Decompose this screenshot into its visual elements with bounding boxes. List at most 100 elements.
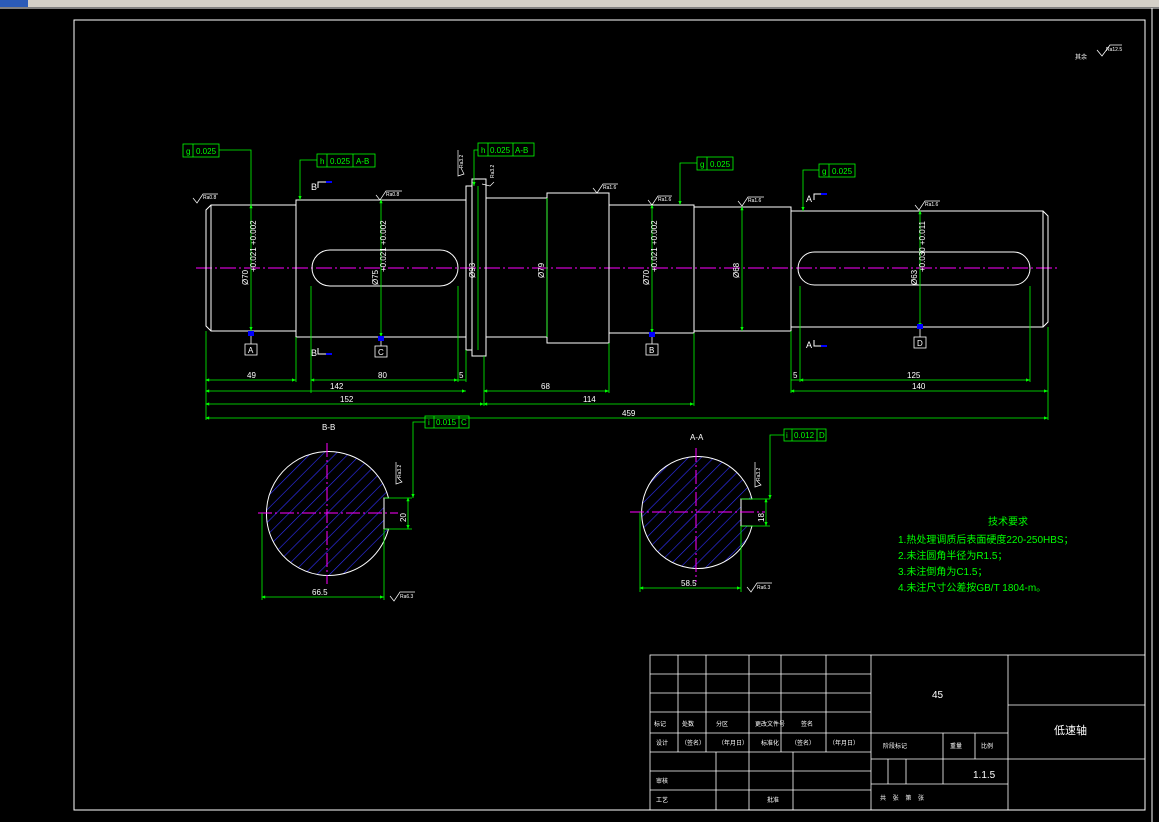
svg-text:（签名）: （签名） <box>681 739 705 747</box>
roughness-value: Ra1.6 <box>603 185 617 191</box>
roughness-value: Ra3.2 <box>459 154 465 168</box>
dim-value: 114 <box>583 395 596 404</box>
datum-markers: A C B D <box>244 324 927 358</box>
dim-value: 5 <box>459 371 464 380</box>
svg-text:批准: 批准 <box>767 796 779 804</box>
svg-text:分区: 分区 <box>716 720 728 728</box>
section-title: B-B <box>322 423 335 432</box>
svg-text:0.025: 0.025 <box>330 157 351 166</box>
diameter-label: Ø68 <box>732 262 741 278</box>
tech-notes-title: 技术要求 <box>988 515 1028 528</box>
svg-text:比例: 比例 <box>981 742 993 750</box>
svg-text:Ra3.2: Ra3.2 <box>397 464 403 478</box>
roughness-value: Ra1.6 <box>658 197 672 203</box>
section-bb: B-B 20 66.5 i 0.015 C Ra3.2 Ra6.3 <box>258 415 470 602</box>
svg-text:更改文件号: 更改文件号 <box>755 720 785 728</box>
gtol-frame-1: g 0.025 <box>182 143 252 205</box>
general-roughness-note: 其余 Ra12.5 <box>1075 44 1122 61</box>
window-accent <box>0 0 28 7</box>
svg-text:（签名）: （签名） <box>791 739 815 747</box>
section-aa: A-A 18 58.5 i 0.012 D Ra3.2 Ra6.3 <box>630 428 827 593</box>
horizontal-dimension-values: 49 142 80 5 68 5 125 152 114 140 459 <box>247 371 926 418</box>
svg-text:共 张 第 张: 共 张 第 张 <box>880 794 924 802</box>
svg-text:0.025: 0.025 <box>490 146 511 155</box>
svg-text:D: D <box>819 431 825 440</box>
dim-value: 142 <box>330 382 344 391</box>
tech-note-line: 2.未注圆角半径为R1.5； <box>898 549 1007 562</box>
shaft-roughness-symbols <box>192 183 940 211</box>
diameter-label: Ø79 <box>537 262 546 278</box>
cad-drawing-canvas[interactable]: 其余 Ra12.5 Ø70 Ø75 Ø93 Ø79 Ø70 Ø68 Ø63 +0… <box>0 7 1159 822</box>
roughness-value: Ra0.8 <box>386 192 400 198</box>
gtol-frame-2: h 0.025 A-B <box>298 153 376 200</box>
svg-text:设计: 设计 <box>656 739 668 747</box>
svg-text:签名: 签名 <box>801 720 813 728</box>
diameter-label: Ø93 <box>468 262 477 278</box>
diameter-tolerance: +0.021 +0.002 <box>249 220 258 272</box>
svg-text:Ra3.2: Ra3.2 <box>756 467 762 481</box>
gtol-frame-4: g 0.025 <box>678 156 734 205</box>
svg-text:0.025: 0.025 <box>832 167 853 176</box>
svg-text:A-B: A-B <box>515 146 528 155</box>
svg-text:0.025: 0.025 <box>196 147 217 156</box>
svg-text:Ra6.3: Ra6.3 <box>757 585 771 591</box>
dim-value: 152 <box>340 395 354 404</box>
svg-text:工艺: 工艺 <box>656 796 668 804</box>
technical-requirements: 技术要求 1.热处理调质后表面硬度220-250HBS； 2.未注圆角半径为R1… <box>898 515 1074 594</box>
svg-text:处数: 处数 <box>682 720 694 728</box>
svg-text:0.025: 0.025 <box>710 160 731 169</box>
tech-note-line: 1.热处理调质后表面硬度220-250HBS； <box>898 533 1074 546</box>
diameter-tolerance: +0.021 +0.002 <box>650 220 659 272</box>
diameter-tolerance: +0.030 +0.011 <box>918 220 927 272</box>
diameter-tolerance: +0.021 +0.002 <box>379 220 388 272</box>
svg-text:（年月日）: （年月日） <box>829 739 859 747</box>
svg-text:标记: 标记 <box>654 720 666 728</box>
svg-text:重量: 重量 <box>950 742 962 750</box>
dim-value: 80 <box>378 371 387 380</box>
roughness-value: Ra1.6 <box>925 202 939 208</box>
svg-text:标准化: 标准化 <box>761 739 779 747</box>
svg-text:0.012: 0.012 <box>794 431 815 440</box>
svg-text:审核: 审核 <box>656 777 668 785</box>
svg-text:阶段标记: 阶段标记 <box>883 742 907 750</box>
gtol-frame-3: h 0.025 A-B <box>472 142 535 186</box>
datum-letter: B <box>649 346 654 355</box>
drawing-number: 1.1.5 <box>973 770 996 781</box>
section-mark: B <box>311 348 317 358</box>
svg-text:Ra6.3: Ra6.3 <box>400 594 414 600</box>
datum-letter: C <box>378 348 384 357</box>
dim-value: 125 <box>907 371 921 380</box>
section-key-dim: 20 <box>399 513 408 522</box>
svg-text:C: C <box>461 418 467 427</box>
tech-note-line: 3.未注倒角为C1.5； <box>898 565 987 578</box>
section-cut-markers: B B A A <box>311 181 827 358</box>
window-top-bar <box>0 0 1159 7</box>
section-width-dim: 58.5 <box>681 579 697 588</box>
section-key-dim: 18 <box>757 513 766 522</box>
dim-value: 459 <box>622 409 636 418</box>
svg-text:g: g <box>186 147 190 156</box>
svg-text:A-B: A-B <box>356 157 369 166</box>
svg-text:0.015: 0.015 <box>436 418 457 427</box>
material-label: 45 <box>932 690 944 701</box>
dim-value: 68 <box>541 382 550 391</box>
part-name: 低速轴 <box>1054 723 1087 737</box>
section-width-dim: 66.5 <box>312 588 328 597</box>
flange-face-roughness: Ra3.2 Ra3.2 <box>457 150 496 187</box>
svg-text:g: g <box>822 167 826 176</box>
dim-value: 5 <box>793 371 798 380</box>
svg-text:i: i <box>786 431 788 440</box>
tech-note-line: 4.未注尺寸公差按GB/T 1804-m。 <box>898 581 1046 594</box>
section-mark: B <box>311 182 317 192</box>
svg-text:h: h <box>320 157 324 166</box>
section-mark: A <box>806 194 812 204</box>
drawing-frame <box>73 19 1146 811</box>
section-mark: A <box>806 340 812 350</box>
datum-letter: D <box>917 339 923 348</box>
dim-value: 49 <box>247 371 256 380</box>
datum-letter: A <box>248 346 254 355</box>
roughness-value: Ra0.8 <box>203 195 217 201</box>
svg-text:h: h <box>481 146 485 155</box>
general-roughness-prefix: 其余 <box>1075 53 1087 61</box>
svg-text:i: i <box>428 418 430 427</box>
